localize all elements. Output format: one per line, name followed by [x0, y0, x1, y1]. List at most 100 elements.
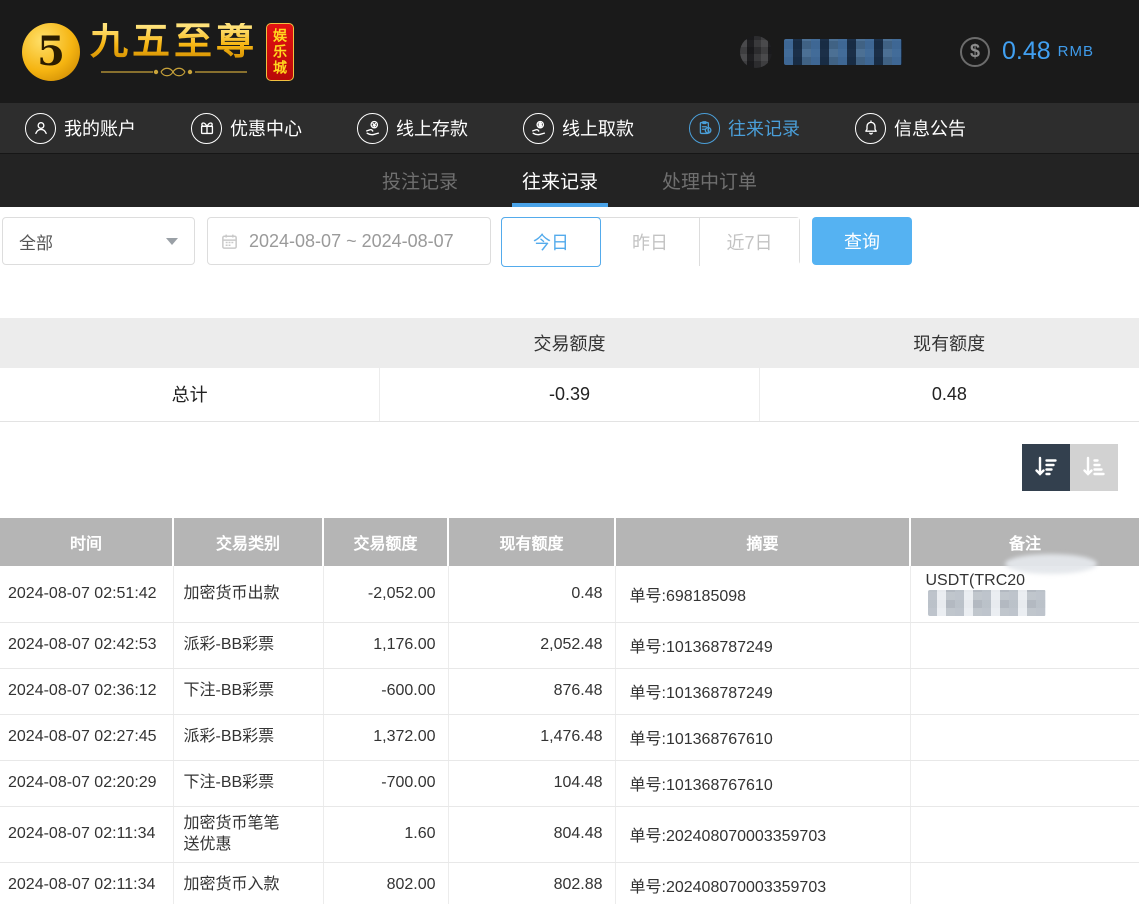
query-button[interactable]: 查询	[812, 217, 912, 265]
nav-item-withdraw[interactable]: 线上取款	[523, 113, 634, 144]
nav-item-promotions[interactable]: 优惠中心	[191, 113, 302, 144]
remark-text: USDT(TRC20	[926, 572, 1026, 589]
remark-redacted	[928, 590, 1046, 616]
summary-table: 交易额度 现有额度 总计 -0.39 0.48	[0, 318, 1139, 422]
tab-bet-records[interactable]: 投注记录	[378, 154, 462, 207]
date-range-value: 2024-08-07 ~ 2024-08-07	[249, 231, 454, 252]
summary-header-empty	[0, 318, 380, 368]
cell-time: 2024-08-07 02:11:34	[0, 806, 173, 862]
sort-controls	[0, 444, 1118, 491]
sort-descending-button[interactable]	[1022, 444, 1070, 491]
date-range-input[interactable]: 2024-08-07 ~ 2024-08-07	[207, 217, 491, 265]
calendar-icon	[220, 232, 239, 251]
nav-label: 往来记录	[728, 115, 800, 141]
summary-balance-total: 0.48	[759, 368, 1139, 421]
cell-trade-amount: 1,176.00	[323, 622, 448, 668]
cell-remark	[910, 622, 1139, 668]
cell-balance: 0.48	[448, 566, 615, 623]
col-header-summary: 摘要	[615, 518, 910, 566]
balance-amount: 0.48	[1002, 37, 1051, 66]
nav-label: 我的账户	[64, 115, 136, 141]
table-row: 2024-08-07 02:11:34 加密货币笔笔送优惠 1.60 804.4…	[0, 806, 1139, 862]
nav-label: 信息公告	[894, 115, 966, 141]
table-row: 2024-08-07 02:20:29 下注-BB彩票 -700.00 104.…	[0, 760, 1139, 806]
cell-summary: 单号:202408070003359703	[615, 806, 910, 862]
type-select[interactable]: 全部	[2, 217, 195, 265]
remark-smudge	[1005, 554, 1097, 574]
quick-range-group: 今日 昨日 近7日	[501, 217, 800, 265]
username-redacted[interactable]	[784, 39, 902, 65]
tab-pending-orders[interactable]: 处理中订单	[658, 154, 761, 207]
cell-summary: 单号:202408070003359703	[615, 862, 910, 904]
summary-header-trade: 交易额度	[380, 318, 760, 368]
cell-time: 2024-08-07 02:36:12	[0, 668, 173, 714]
nav-label: 优惠中心	[230, 115, 302, 141]
sort-asc-icon	[1080, 453, 1108, 481]
record-subtabs: 投注记录 往来记录 处理中订单	[0, 153, 1139, 207]
cell-summary: 单号:101368767610	[615, 760, 910, 806]
cell-remark	[910, 806, 1139, 862]
cell-balance: 1,476.48	[448, 714, 615, 760]
balance-currency: RMB	[1058, 43, 1094, 60]
cell-category: 下注-BB彩票	[173, 668, 323, 714]
bell-icon	[855, 113, 886, 144]
cell-trade-amount: -700.00	[323, 760, 448, 806]
summary-row: 总计 -0.39 0.48	[0, 368, 1139, 421]
summary-trade-total: -0.39	[380, 368, 760, 421]
filter-bar: 全部 2024-08-07 ~ 2024-08-07 今日 昨日 近7日 查询	[0, 207, 1139, 265]
cell-remark: USDT(TRC20	[910, 566, 1139, 623]
table-row: 2024-08-07 02:51:42 加密货币出款 -2,052.00 0.4…	[0, 566, 1139, 623]
sort-desc-icon	[1032, 453, 1060, 481]
cell-category: 加密货币笔笔送优惠	[173, 806, 323, 862]
nav-item-announcements[interactable]: 信息公告	[855, 113, 966, 144]
table-row: 2024-08-07 02:11:34 加密货币入款 802.00 802.88…	[0, 862, 1139, 904]
avatar[interactable]	[740, 36, 772, 68]
chevron-down-icon	[166, 238, 178, 245]
cell-summary: 单号:101368767610	[615, 714, 910, 760]
table-header-row: 时间 交易类别 交易额度 现有额度 摘要 备注	[0, 518, 1139, 566]
cell-balance: 104.48	[448, 760, 615, 806]
cell-category: 派彩-BB彩票	[173, 714, 323, 760]
col-header-time: 时间	[0, 518, 173, 566]
cell-trade-amount: 802.00	[323, 862, 448, 904]
withdraw-icon	[523, 113, 554, 144]
transactions-table: 时间 交易类别 交易额度 现有额度 摘要 备注 2024-08-07 02:51…	[0, 518, 1139, 904]
nav-item-my-account[interactable]: 我的账户	[25, 113, 136, 144]
type-select-value: 全部	[19, 229, 53, 254]
cell-remark	[910, 668, 1139, 714]
brand-mark-icon: 5	[22, 23, 80, 81]
cell-trade-amount: 1,372.00	[323, 714, 448, 760]
cell-time: 2024-08-07 02:11:34	[0, 862, 173, 904]
main-nav: 我的账户 优惠中心 线上存款 线上取款 往来记录	[0, 103, 1139, 153]
cell-balance: 802.88	[448, 862, 615, 904]
cell-time: 2024-08-07 02:27:45	[0, 714, 173, 760]
table-row: 2024-08-07 02:42:53 派彩-BB彩票 1,176.00 2,0…	[0, 622, 1139, 668]
cell-trade-amount: -2,052.00	[323, 566, 448, 623]
cell-summary: 单号:698185098	[615, 566, 910, 623]
nav-item-transaction-records[interactable]: 往来记录	[689, 113, 800, 144]
cell-balance: 804.48	[448, 806, 615, 862]
sort-ascending-button[interactable]	[1070, 444, 1118, 491]
cell-remark	[910, 760, 1139, 806]
table-row: 2024-08-07 02:36:12 下注-BB彩票 -600.00 876.…	[0, 668, 1139, 714]
summary-total-label: 总计	[0, 368, 380, 421]
cell-time: 2024-08-07 02:42:53	[0, 622, 173, 668]
cell-category: 加密货币入款	[173, 862, 323, 904]
col-header-balance: 现有额度	[448, 518, 615, 566]
table-row: 2024-08-07 02:27:45 派彩-BB彩票 1,372.00 1,4…	[0, 714, 1139, 760]
top-header: 5 九五至尊 娱乐城 $ 0.48 RMB	[0, 0, 1139, 103]
cell-summary: 单号:101368787249	[615, 622, 910, 668]
deposit-icon	[357, 113, 388, 144]
flourish-icon	[99, 64, 249, 80]
cell-category: 加密货币出款	[173, 566, 323, 623]
yesterday-button[interactable]: 昨日	[601, 218, 700, 266]
brand-logo[interactable]: 5 九五至尊 娱乐城	[22, 23, 294, 81]
cell-trade-amount: 1.60	[323, 806, 448, 862]
records-icon	[689, 113, 720, 144]
tab-transaction-records[interactable]: 往来记录	[518, 154, 602, 207]
brand-name: 九五至尊	[90, 23, 258, 63]
nav-item-deposit[interactable]: 线上存款	[357, 113, 468, 144]
cell-summary: 单号:101368787249	[615, 668, 910, 714]
today-button[interactable]: 今日	[501, 217, 601, 267]
last7days-button[interactable]: 近7日	[700, 218, 799, 266]
